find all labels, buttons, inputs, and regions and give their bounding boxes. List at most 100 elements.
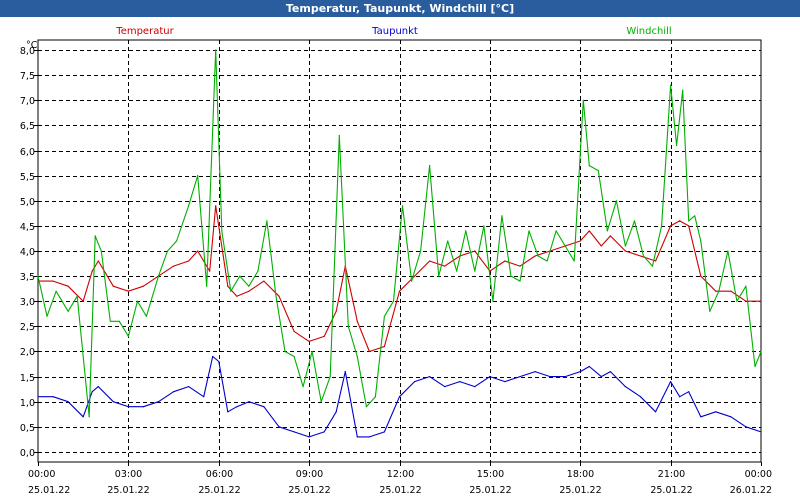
x-tick-label-time: 00:00 [28, 469, 55, 480]
x-tick-label-date: 25.01.22 [28, 485, 70, 496]
data-point-temperatur [308, 340, 310, 342]
data-point-windchill [501, 215, 503, 217]
data-point-taupunkt [127, 406, 129, 408]
data-point-taupunkt [263, 406, 265, 408]
data-point-windchill [221, 230, 223, 232]
data-point-windchill [651, 265, 654, 267]
data-point-taupunkt [579, 371, 581, 373]
data-point-taupunkt [679, 396, 681, 398]
data-point-temperatur [414, 275, 416, 277]
legend-entry-temperatur: Temperatur [115, 26, 174, 37]
y-tick-label: 4,5 [20, 222, 35, 233]
data-point-taupunkt [670, 381, 672, 383]
data-point-windchill [76, 295, 78, 297]
data-point-taupunkt [444, 386, 446, 388]
data-point-taupunkt [564, 376, 566, 378]
data-point-taupunkt [97, 386, 99, 388]
data-point-temperatur [368, 350, 370, 353]
data-point-windchill [55, 290, 57, 292]
data-point-temperatur [600, 245, 602, 247]
data-point-temperatur [127, 290, 129, 292]
data-point-taupunkt [67, 401, 69, 403]
data-point-windchill [465, 230, 467, 232]
data-point-windchill [573, 260, 575, 262]
data-point-temperatur [688, 225, 690, 227]
data-point-temperatur [444, 265, 446, 267]
data-point-windchill [88, 416, 90, 418]
data-point-temperatur [248, 290, 250, 292]
data-point-temperatur [209, 270, 211, 272]
data-point-temperatur [670, 225, 672, 227]
data-point-windchill [100, 250, 102, 252]
data-point-temperatur [97, 260, 99, 262]
data-point-windchill [718, 290, 720, 292]
x-tick-label-date: 25.01.22 [379, 485, 421, 496]
data-point-temperatur [52, 280, 54, 282]
x-tick-label-date: 25.01.22 [559, 485, 601, 496]
data-point-windchill [46, 315, 48, 317]
data-point-taupunkt [157, 401, 160, 403]
data-point-taupunkt [82, 416, 84, 418]
data-point-windchill [157, 275, 160, 277]
x-tick-label-time: 21:00 [658, 469, 685, 480]
data-point-windchill [118, 320, 120, 322]
legend-entry-taupunkt: Taupunkt [371, 26, 418, 37]
data-point-temperatur [655, 260, 657, 262]
data-point-temperatur [82, 300, 84, 302]
data-point-taupunkt [429, 376, 431, 378]
data-point-temperatur [609, 235, 612, 237]
data-point-temperatur [227, 285, 229, 287]
data-point-taupunkt [368, 436, 370, 438]
x-tick-label-date: 26.01.22 [730, 485, 772, 496]
data-point-windchill [420, 250, 422, 252]
data-point-temperatur [215, 205, 217, 207]
data-point-temperatur [504, 260, 506, 262]
data-point-windchill [745, 285, 747, 287]
data-point-windchill [606, 230, 609, 232]
data-point-windchill [682, 89, 684, 91]
data-point-temperatur [335, 310, 337, 312]
data-point-taupunkt [188, 386, 190, 388]
data-point-windchill [676, 144, 678, 147]
data-point-windchill [248, 285, 250, 287]
data-point-temperatur [356, 320, 358, 322]
data-point-temperatur [112, 285, 114, 287]
data-point-windchill [492, 300, 494, 302]
data-point-taupunkt [248, 401, 250, 403]
data-point-windchill [365, 406, 367, 408]
data-point-temperatur [67, 285, 69, 287]
data-point-taupunkt [236, 406, 238, 408]
line-chart: 0,0 0,5 1,0 1,5 2,0 2,5 3,0 3,5 4,0 4,5 5,0 5,5 6,0 6… [20, 26, 772, 496]
data-point-temperatur [236, 295, 238, 297]
data-point-windchill [456, 270, 458, 272]
data-point-windchill [670, 84, 672, 86]
y-tick-label: 5,0 [20, 197, 35, 208]
data-point-taupunkt [218, 360, 220, 363]
data-point-temperatur [429, 260, 431, 262]
data-point-taupunkt [52, 396, 54, 398]
data-point-taupunkt [344, 371, 346, 373]
data-point-temperatur [760, 300, 762, 302]
chart-window: Temperatur, Taupunkt, Windchill [°C] 0,0… [0, 0, 800, 500]
x-tick-label-date: 25.01.22 [288, 485, 330, 496]
data-point-taupunkt [715, 411, 717, 413]
data-point-windchill [624, 245, 627, 247]
y-tick-label: 1,0 [20, 398, 35, 409]
data-point-taupunkt [760, 431, 762, 433]
x-tick-label-time: 03:00 [115, 469, 142, 480]
data-point-taupunkt [308, 436, 310, 438]
data-point-windchill [555, 230, 557, 232]
data-point-taupunkt [37, 396, 39, 398]
data-point-taupunkt [534, 371, 536, 373]
data-point-temperatur [639, 255, 642, 257]
data-point-taupunkt [489, 376, 491, 378]
data-point-temperatur [534, 255, 536, 257]
data-point-windchill [275, 295, 277, 297]
x-tick-label-date: 25.01.22 [469, 485, 511, 496]
data-point-windchill [293, 355, 295, 358]
x-tick-label-date: 25.01.22 [650, 485, 692, 496]
data-point-temperatur [293, 330, 295, 332]
data-point-taupunkt [203, 396, 205, 398]
data-point-taupunkt [655, 411, 657, 413]
data-point-windchill [483, 225, 485, 227]
